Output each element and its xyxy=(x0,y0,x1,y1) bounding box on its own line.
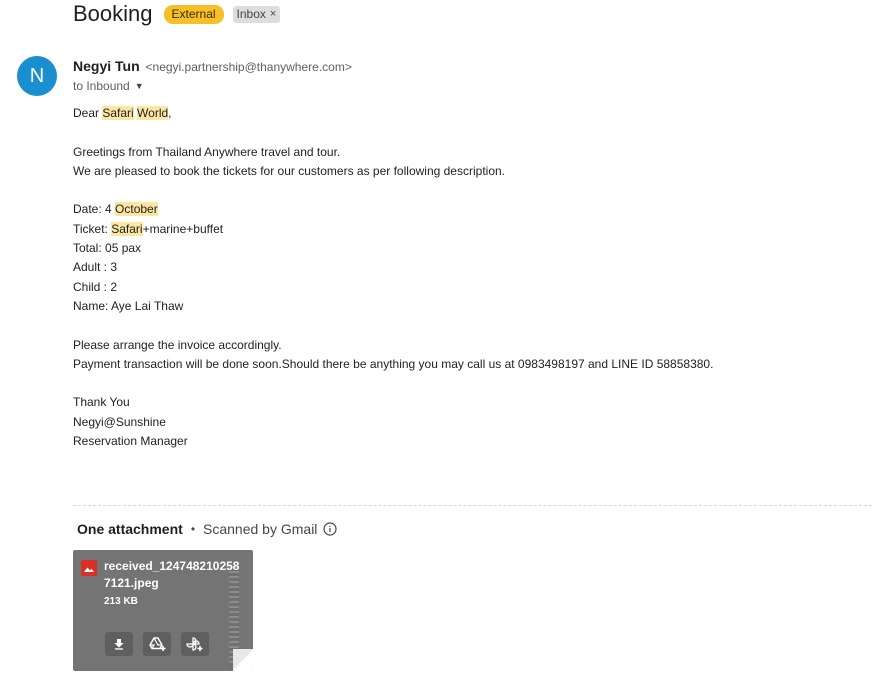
attachment-size: 213 KB xyxy=(104,596,138,607)
add-to-photos-button[interactable] xyxy=(181,632,209,656)
info-icon[interactable] xyxy=(323,522,338,536)
sender-name[interactable]: Negyi Tun xyxy=(73,58,140,74)
greeting-line: Dear Safari World, xyxy=(73,104,713,123)
scan-label: Scanned by Gmail xyxy=(203,521,318,537)
adult-line: Adult : 3 xyxy=(73,260,118,275)
email-body: Dear Safari World, Greetings from Thaila… xyxy=(73,104,713,451)
ticket-line: Ticket: Safari+marine+buffet xyxy=(73,220,713,239)
body-text: Payment transaction will be done soon.Sh… xyxy=(73,356,714,371)
total-line: Total: 05 pax xyxy=(73,241,142,256)
download-icon xyxy=(114,639,124,650)
add-to-drive-icon xyxy=(149,637,166,651)
avatar[interactable]: N xyxy=(17,56,57,96)
add-to-photos-icon xyxy=(186,637,203,651)
greeting-suffix: , xyxy=(168,106,172,120)
name-line: Name: Aye Lai Thaw xyxy=(73,298,184,313)
date-prefix: Date: 4 xyxy=(73,202,116,217)
date-line: Date: 4 October xyxy=(73,200,713,219)
attachment-filename: received_1247482102587121.jpeg xyxy=(104,559,240,590)
attachment-divider xyxy=(73,505,872,506)
email-subject: Booking External Inbox × xyxy=(73,0,281,28)
highlight-safari: Safari xyxy=(111,221,143,236)
chevron-down-icon[interactable]: ▼ xyxy=(135,78,144,94)
highlight-world: World xyxy=(137,106,169,120)
add-to-drive-button[interactable] xyxy=(143,632,171,656)
ticket-prefix: Ticket: xyxy=(73,221,112,236)
highlight-safari: Safari xyxy=(102,106,134,120)
attachment-count: One attachment xyxy=(77,521,183,537)
recipient-line[interactable]: to Inbound ▼ xyxy=(73,78,144,94)
attachment-header: One attachment • Scanned by Gmail xyxy=(77,520,338,538)
inbox-label-text: Inbox xyxy=(236,6,266,21)
greeting-prefix: Dear xyxy=(73,106,103,120)
sender-email: <negyi.partnership@thanywhere.com> xyxy=(145,60,352,74)
inbox-label-chip[interactable]: Inbox × xyxy=(232,5,281,23)
image-file-icon xyxy=(81,560,97,576)
external-badge: External xyxy=(163,4,224,24)
signature-line: Reservation Manager xyxy=(73,434,188,449)
highlight-october: October xyxy=(115,202,158,217)
page-fold xyxy=(233,649,253,671)
sender-line: Negyi Tun <negyi.partnership@thanywhere.… xyxy=(73,58,352,76)
body-text: Greetings from Thailand Anywhere travel … xyxy=(73,144,341,159)
remove-label-icon[interactable]: × xyxy=(270,7,276,22)
ticket-suffix: +marine+buffet xyxy=(142,221,224,236)
separator-dot: • xyxy=(190,522,196,536)
body-text: Please arrange the invoice accordingly. xyxy=(73,337,282,352)
subject-title: Booking xyxy=(73,1,153,26)
child-line: Child : 2 xyxy=(73,279,118,294)
signature-line: Negyi@Sunshine xyxy=(73,414,166,429)
signature-line: Thank You xyxy=(73,395,130,410)
recipient-text: to Inbound xyxy=(73,79,130,93)
attachment-card[interactable]: received_1247482102587121.jpeg 213 KB xyxy=(73,550,253,671)
download-button[interactable] xyxy=(105,632,133,656)
body-text: We are pleased to book the tickets for o… xyxy=(73,163,505,178)
